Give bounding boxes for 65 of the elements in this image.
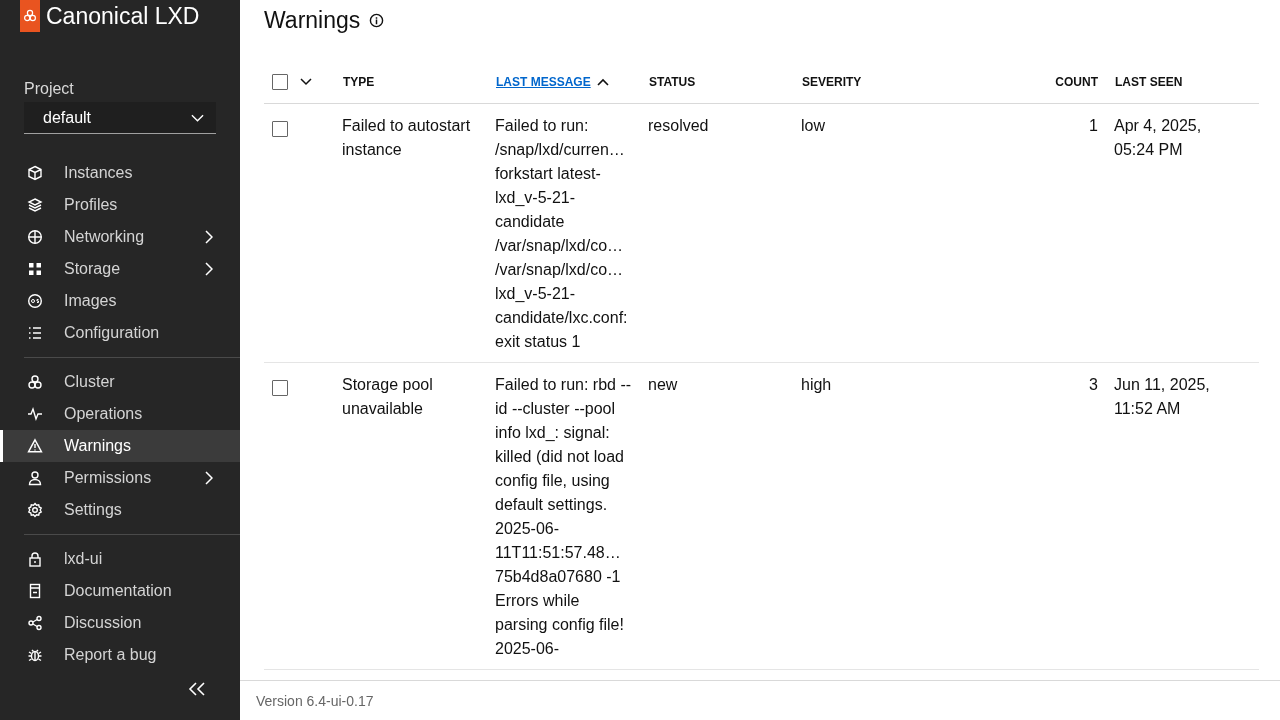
nav-item[interactable]: Warnings <box>0 430 240 462</box>
column-header[interactable]: LAST MESSAGE <box>496 74 591 89</box>
nav-item[interactable]: Settings <box>0 494 240 526</box>
version-text: Version 6.4-ui-0.17 <box>256 692 374 709</box>
nav-item[interactable]: Instances <box>0 157 240 189</box>
chevron-right-icon <box>205 230 213 244</box>
book-icon <box>27 583 43 599</box>
nav-item[interactable]: Discussion <box>0 607 240 639</box>
column-header[interactable]: STATUS <box>649 74 696 89</box>
chevron-down-icon[interactable] <box>300 77 312 86</box>
nav-item[interactable]: Networking <box>0 221 240 253</box>
severity-cell-text: high <box>801 375 832 395</box>
severity-cell-text: low <box>801 116 825 136</box>
layers-icon <box>27 197 43 213</box>
page-title: Warnings <box>264 6 361 34</box>
info-icon[interactable] <box>369 12 385 28</box>
status-cell-text: resolved <box>648 116 709 136</box>
double-chevron-left-icon <box>188 682 206 696</box>
logo-icon <box>20 0 40 32</box>
user-icon <box>27 470 43 486</box>
sort-ascending-icon <box>596 77 609 86</box>
os-icon <box>27 293 43 309</box>
chevron-right-icon <box>205 262 213 276</box>
nav-item[interactable]: Documentation <box>0 575 240 607</box>
column-header[interactable]: LAST SEEN <box>1115 74 1183 89</box>
row-checkbox[interactable] <box>272 120 288 137</box>
warning-icon <box>27 438 43 454</box>
nav-item[interactable]: Report a bug <box>0 639 240 671</box>
nav-item[interactable]: Permissions <box>0 462 240 494</box>
nav-item[interactable]: Storage <box>0 253 240 285</box>
type-cell-text: Storage pool unavailable <box>342 375 434 419</box>
last-message-cell-text: Failed to run: rbd -- id --cluster --pool info lxd_: signal: killed (did not load config file, using default settings. 2025-06- 11T11:51:57.48… 75b4d8a07680 -1 Errors while parsing config file! 2025-06- <box>495 375 632 659</box>
chevron-down-icon <box>191 113 204 122</box>
column-header[interactable]: COUNT <box>1055 74 1098 89</box>
last-seen-cell-text: Jun 11, 2025, 11:52 AM <box>1114 375 1210 419</box>
nav-item[interactable]: Cluster <box>0 366 240 398</box>
row-checkbox[interactable] <box>272 379 288 396</box>
share-icon <box>27 615 43 631</box>
last-message-cell-text: Failed to run: /snap/lxd/curren… forkstart latest- lxd_v-5-21- candidate /var/snap/lxd/co… /var/snap/lxd/co… lxd_v-5-21- candidate/lxc.conf: exit status 1 <box>495 116 628 352</box>
project-select[interactable]: default <box>24 102 216 134</box>
list-icon <box>27 325 43 341</box>
chevron-right-icon <box>205 471 213 485</box>
gear-icon <box>27 502 43 518</box>
nav-item[interactable]: Operations <box>0 398 240 430</box>
project-label: Project <box>24 79 75 99</box>
last-seen-cell-text: Apr 4, 2025, 05:24 PM <box>1114 116 1202 160</box>
grid-icon <box>27 261 43 277</box>
nav-item[interactable]: Profiles <box>0 189 240 221</box>
lock-icon <box>27 551 43 567</box>
column-header[interactable]: TYPE <box>343 74 375 89</box>
count-cell-text: 1 <box>1089 116 1098 136</box>
pulse-icon <box>27 406 43 422</box>
count-cell-text: 3 <box>1089 375 1098 395</box>
nav-item[interactable]: Configuration <box>0 317 240 349</box>
nav-item[interactable]: Images <box>0 285 240 317</box>
status-cell-text: new <box>648 375 678 395</box>
cube-icon <box>27 165 43 181</box>
cluster-icon <box>27 374 43 390</box>
nav-item[interactable]: lxd-ui <box>0 543 240 575</box>
globe-icon <box>27 229 43 245</box>
column-header[interactable]: SEVERITY <box>802 74 862 89</box>
type-cell-text: Failed to autostart instance <box>342 116 472 160</box>
app-name: Canonical LXD <box>46 2 200 30</box>
bug-icon <box>27 647 43 663</box>
select-all-checkbox[interactable] <box>272 73 288 90</box>
